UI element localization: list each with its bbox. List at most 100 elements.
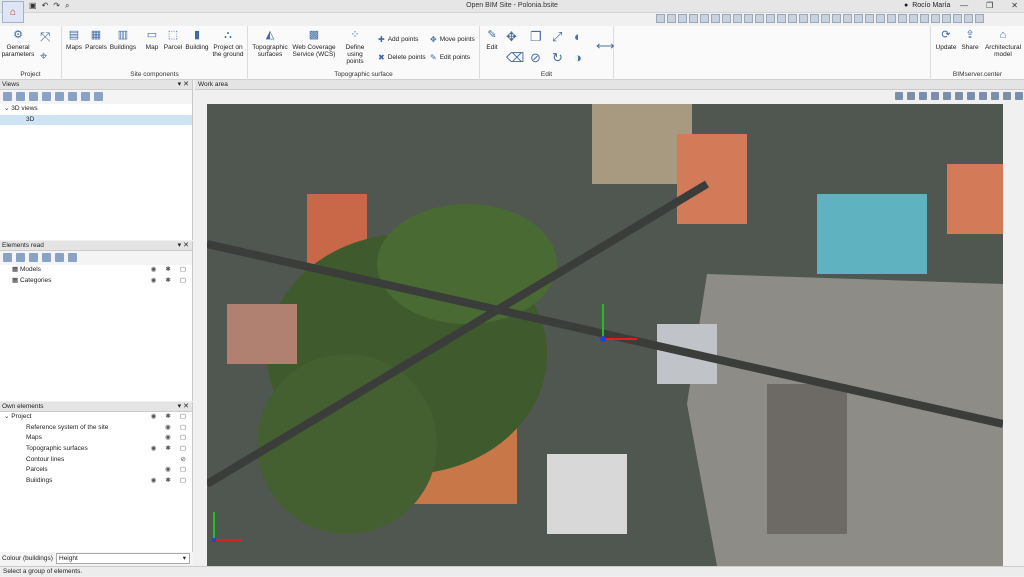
tool-icon[interactable] xyxy=(953,14,962,23)
view-icon[interactable] xyxy=(94,92,103,101)
eye-icon[interactable]: ◉ xyxy=(151,444,157,455)
minimize-button[interactable]: — xyxy=(960,1,968,10)
view-tool-icon[interactable] xyxy=(931,92,939,100)
lock-icon[interactable]: ▢ xyxy=(180,465,186,476)
tool-icon[interactable] xyxy=(909,14,918,23)
tool-icon[interactable] xyxy=(821,14,830,23)
view-tool-icon[interactable] xyxy=(1015,92,1023,100)
tool-icon[interactable] xyxy=(689,14,698,23)
eye-hidden-icon[interactable]: ⊘ xyxy=(181,455,186,466)
delete-icon[interactable]: ⊘ xyxy=(530,50,541,66)
tool-icon[interactable] xyxy=(744,14,753,23)
maps-button[interactable]: ▤ Maps xyxy=(64,29,84,52)
tool-icon[interactable] xyxy=(931,14,940,23)
filter-icon[interactable] xyxy=(3,253,12,262)
eraser-icon[interactable]: ⌫ xyxy=(506,50,524,66)
view-tool-icon[interactable] xyxy=(943,92,951,100)
tool-icon[interactable] xyxy=(766,14,775,23)
view-tool-icon[interactable] xyxy=(1003,92,1011,100)
tool-icon[interactable] xyxy=(667,14,676,23)
tool-icon[interactable] xyxy=(722,14,731,23)
eye-icon[interactable]: ◉ xyxy=(151,265,157,276)
copy-view-icon[interactable] xyxy=(29,92,38,101)
symmetry-icon[interactable]: ◑ xyxy=(574,50,582,65)
filter-icon[interactable] xyxy=(16,253,25,262)
tool-icon[interactable] xyxy=(964,14,973,23)
view-tool-icon[interactable] xyxy=(991,92,999,100)
filter-icon[interactable] xyxy=(29,253,38,262)
eye-icon[interactable]: ◉ xyxy=(151,476,157,487)
tool-icon[interactable] xyxy=(810,14,819,23)
delete-points-button[interactable]: ✖ Delete points xyxy=(378,53,426,62)
tool-icon[interactable] xyxy=(843,14,852,23)
edit-button[interactable]: ✎ Edit xyxy=(482,29,502,52)
project-on-ground-button[interactable]: ⛬ Project on the ground xyxy=(210,29,246,59)
filter-icon[interactable] xyxy=(68,253,77,262)
general-parameters-button[interactable]: ⚙ General parameters xyxy=(2,29,35,59)
lock-icon[interactable]: ▢ xyxy=(180,444,186,455)
view-icon[interactable] xyxy=(81,92,90,101)
tool-icon[interactable] xyxy=(678,14,687,23)
view-tool-icon[interactable] xyxy=(919,92,927,100)
tool-icon[interactable] xyxy=(799,14,808,23)
view-tool-icon[interactable] xyxy=(895,92,903,100)
tool-icon[interactable] xyxy=(865,14,874,23)
delete-view-icon[interactable] xyxy=(42,92,51,101)
tree-node-maps[interactable]: Maps ◉ ▢ xyxy=(0,433,192,444)
settings-icon[interactable]: ✱ xyxy=(165,265,170,276)
tool-icon[interactable] xyxy=(711,14,720,23)
tool-icon[interactable] xyxy=(876,14,885,23)
topographic-surfaces-button[interactable]: ◭ Topographic surfaces xyxy=(250,29,290,59)
tool-icon[interactable] xyxy=(656,14,665,23)
stretch-icon[interactable]: ⤢ xyxy=(552,29,562,45)
tool-icon[interactable] xyxy=(777,14,786,23)
settings-icon[interactable]: ✱ xyxy=(165,444,170,455)
lock-icon[interactable]: ▢ xyxy=(180,265,186,276)
view-tool-icon[interactable] xyxy=(967,92,975,100)
lock-icon[interactable]: ▢ xyxy=(180,433,186,444)
tool-icon[interactable] xyxy=(733,14,742,23)
tool-icon[interactable] xyxy=(942,14,951,23)
architectural-model-button[interactable]: ⌂ Architectural model xyxy=(983,29,1023,59)
new-view-icon[interactable] xyxy=(3,92,12,101)
move-icon[interactable]: ✥ xyxy=(506,29,517,45)
photo-icon[interactable] xyxy=(68,92,77,101)
tool-icon[interactable] xyxy=(832,14,841,23)
axis-tool-icon[interactable]: ⤧ xyxy=(40,29,50,45)
tree-node-3d-views[interactable]: ⌄ 3D views xyxy=(0,104,192,115)
tool-icon[interactable] xyxy=(898,14,907,23)
buildings-button[interactable]: ▥ Buildings xyxy=(108,29,138,52)
settings-icon[interactable]: ✱ xyxy=(165,276,170,287)
tree-node-topographic-surfaces[interactable]: Topographic surfaces ◉ ✱ ▢ xyxy=(0,444,192,455)
wcs-button[interactable]: ▩ Web Coverage Service (WCS) xyxy=(290,29,338,59)
camera-icon[interactable] xyxy=(55,92,64,101)
colour-select[interactable]: Height xyxy=(56,553,190,564)
filter-icon[interactable] xyxy=(55,253,64,262)
view-tool-icon[interactable] xyxy=(955,92,963,100)
tree-node-buildings[interactable]: Buildings ◉ ✱ ▢ xyxy=(0,476,192,487)
eye-icon[interactable]: ◉ xyxy=(151,276,157,287)
splitter[interactable] xyxy=(194,90,206,566)
tree-node-project[interactable]: ⌄ Project ◉ ✱ ▢ xyxy=(0,412,192,423)
close-button[interactable]: ✕ xyxy=(1011,1,1018,10)
tool-icon[interactable] xyxy=(700,14,709,23)
update-button[interactable]: ⟳ Update xyxy=(933,29,959,52)
map-button[interactable]: ▭ Map xyxy=(142,29,162,52)
user-account[interactable]: ● Rocío María xyxy=(904,2,950,9)
tool-icon[interactable] xyxy=(887,14,896,23)
settings-icon[interactable]: ✱ xyxy=(165,476,170,487)
lock-icon[interactable]: ▢ xyxy=(180,276,186,287)
panel-controls[interactable]: ▾ ✕ xyxy=(178,402,189,412)
tool-icon[interactable] xyxy=(788,14,797,23)
mirror-icon[interactable]: ◐ xyxy=(574,29,582,44)
maximize-button[interactable]: ❐ xyxy=(986,1,993,10)
tool-icon[interactable] xyxy=(854,14,863,23)
edit-view-icon[interactable] xyxy=(16,92,25,101)
panel-controls[interactable]: ▾ ✕ xyxy=(178,80,189,90)
coordinate-tool-icon[interactable]: ⌖ xyxy=(40,48,47,64)
eye-icon[interactable]: ◉ xyxy=(165,433,171,444)
eye-icon[interactable]: ◉ xyxy=(151,412,157,423)
tool-icon[interactable] xyxy=(975,14,984,23)
filter-icon[interactable] xyxy=(42,253,51,262)
tree-node-parcels[interactable]: Parcels ◉ ▢ xyxy=(0,465,192,476)
